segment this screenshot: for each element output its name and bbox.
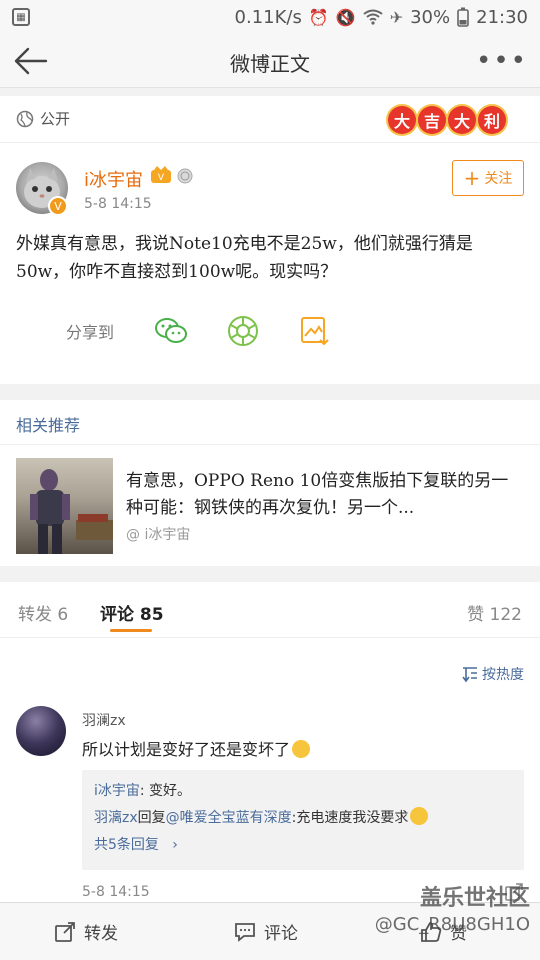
badge-char: 吉 — [418, 106, 446, 134]
plus-icon: + — [463, 166, 481, 190]
moments-icon — [228, 316, 259, 346]
recommend-thumbnail[interactable] — [16, 458, 113, 554]
share-label: 分享到 — [66, 323, 115, 342]
save-image-icon — [301, 317, 329, 346]
save-image-button[interactable] — [298, 314, 332, 348]
reply-author[interactable]: i冰宇宙 — [94, 783, 140, 799]
commenter-name[interactable]: 羽澜zx — [82, 710, 126, 730]
alarm-icon: ⏰ — [308, 7, 329, 27]
badge-char: 利 — [478, 106, 506, 134]
network-speed: 0.11K/s — [234, 6, 302, 28]
reply-text: : 变好。 — [139, 783, 192, 799]
battery-icon — [457, 7, 469, 27]
svg-text:V: V — [158, 173, 165, 183]
globe-icon — [16, 110, 34, 127]
repost-label: 转发 — [84, 924, 118, 944]
badge-char: 大 — [448, 106, 476, 134]
comment-label: 评论 — [264, 924, 298, 944]
tab-repost[interactable]: 转发 6 — [18, 600, 68, 625]
reply-box[interactable]: i冰宇宙: 变好。 羽漓zx回复@唯爱全宝蓝有深度:充电速度我没要求 共5条回复… — [82, 770, 524, 870]
reply-item: 羽漓zx回复@唯爱全宝蓝有深度:充电速度我没要求 — [94, 805, 512, 832]
laugh-emoji-icon — [410, 807, 429, 825]
like-label: 赞 — [450, 924, 467, 944]
tab-comments-count: 85 — [139, 605, 164, 625]
comments-card: 转发 6 评论 85 赞 122 按热度 羽澜zx 所以计划是变好了还是变坏了 … — [0, 582, 540, 902]
tab-comments-label: 评论 — [100, 605, 134, 625]
recommend-item-text[interactable]: 有意思，OPPO Reno 10倍变焦版拍下复联的另一种可能：钢铁侠的再次复仇！… — [126, 468, 522, 522]
sort-button[interactable]: 按热度 — [461, 664, 524, 684]
notification-icon: ▦ — [12, 8, 30, 26]
tab-likes[interactable]: 赞 122 — [467, 600, 522, 625]
battery-level: 30% — [410, 6, 451, 28]
verified-icon: V — [48, 196, 68, 216]
follow-label: 关注 — [484, 171, 513, 187]
more-replies-link[interactable]: 共5条回复 › — [94, 832, 512, 859]
thumbs-up-icon — [421, 921, 442, 942]
sweat-emoji-icon — [292, 740, 311, 758]
comment-text-body: 所以计划是变好了还是变坏了 — [82, 740, 291, 759]
follow-button[interactable]: + 关注 — [452, 160, 524, 196]
more-replies-label: 共5条回复 — [94, 837, 159, 853]
vip-crown-icon: V — [151, 166, 171, 183]
commenter-avatar[interactable] — [16, 706, 66, 756]
divider — [0, 142, 540, 143]
active-tab-indicator — [110, 629, 152, 632]
sort-icon — [462, 667, 477, 683]
recommend-item-author: @ i冰宇宙 — [126, 527, 191, 543]
tab-comments[interactable]: 评论 85 — [100, 600, 164, 625]
repost-icon — [55, 921, 75, 942]
thanos-photo — [30, 469, 113, 554]
sort-label: 按热度 — [482, 667, 524, 683]
recommend-title: 相关推荐 — [16, 416, 81, 435]
interaction-tabs: 转发 6 评论 85 赞 122 — [0, 582, 540, 638]
author-name[interactable]: i冰宇宙 — [84, 166, 143, 192]
more-dots-icon: ••• — [475, 46, 528, 76]
recommend-card: 相关推荐 有意思，OPPO Reno 10倍变焦版拍下复联的另一种可能：钢铁侠的… — [0, 400, 540, 566]
chevron-right-icon: › — [163, 837, 178, 853]
page-title: 微博正文 — [230, 52, 310, 76]
bottom-action-bar: 转发 评论 赞 — [0, 902, 540, 960]
comment-time: 5-8 14:15 — [82, 884, 150, 900]
share-wechat-button[interactable] — [154, 314, 188, 348]
post-time: 5-8 14:15 — [84, 196, 152, 212]
comment-text: 所以计划是变好了还是变坏了 — [82, 736, 311, 760]
medal-icon — [177, 168, 193, 184]
lucky-badge[interactable]: 大 吉 大 利 — [388, 106, 506, 134]
post-card: 公开 大 吉 大 利 V i冰宇宙 V 5-8 14:15 + 关注 外媒真有意… — [0, 96, 540, 384]
more-options-button[interactable]: ••• — [476, 46, 528, 76]
like-button[interactable]: 赞 — [420, 919, 467, 944]
comment-button[interactable]: 评论 — [234, 919, 298, 944]
visibility-row: 公开 — [16, 108, 70, 129]
airplane-icon: ✈ — [389, 7, 404, 27]
divider — [0, 444, 540, 445]
comment-repost-icon[interactable] — [504, 882, 524, 902]
member-icons[interactable]: V — [150, 166, 194, 184]
comment-icon — [235, 922, 255, 942]
mute-icon: 🔇 — [335, 7, 356, 27]
status-bar: ▦ 0.11K/s ⏰ 🔇 ✈ 30% 21:30 — [0, 0, 540, 34]
wifi-icon — [363, 9, 383, 25]
wechat-icon — [155, 318, 188, 343]
share-row: 分享到 — [66, 314, 370, 348]
badge-char: 大 — [388, 106, 416, 134]
repost-button[interactable]: 转发 — [54, 919, 118, 944]
post-content: 外媒真有意思，我说Note10充电不是25w，他们就强行猜是50w，你咋不直接怼… — [16, 234, 473, 282]
reply-mention[interactable]: @唯爱全宝蓝有深度 — [166, 810, 292, 826]
visibility-label: 公开 — [40, 110, 71, 128]
reply-author[interactable]: 羽漓zx — [94, 810, 138, 826]
share-moments-button[interactable] — [226, 314, 260, 348]
reply-verb: 回复 — [137, 810, 166, 826]
clock: 21:30 — [476, 6, 528, 28]
reply-item: i冰宇宙: 变好。 — [94, 778, 512, 805]
reply-text: :充电速度我没要求 — [291, 810, 409, 826]
nav-bar: 微博正文 ••• — [0, 34, 540, 88]
